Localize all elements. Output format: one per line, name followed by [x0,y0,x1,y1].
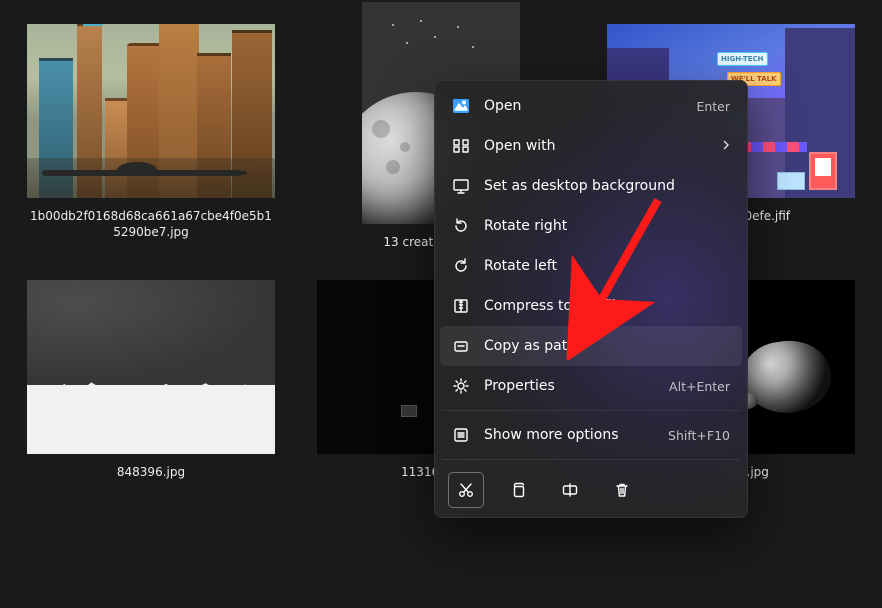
menu-label: Rotate left [484,258,730,274]
menu-set-background[interactable]: Set as desktop background [440,166,742,206]
open-icon [452,97,470,115]
context-menu: Open Enter Open with Set as desktop back… [434,80,748,518]
menu-accelerator: Shift+F10 [668,428,730,443]
menu-label: Properties [484,378,669,394]
menu-rotate-left[interactable]: Rotate left [440,246,742,286]
menu-label: Rotate right [484,218,730,234]
menu-compress-zip[interactable]: Compress to ZIP file [440,286,742,326]
menu-show-more-options[interactable]: Show more options Shift+F10 [440,415,742,455]
open-with-icon [452,137,470,155]
menu-open[interactable]: Open Enter [440,86,742,126]
copy-button[interactable] [500,472,536,508]
sign-text: HIGH-TECH [717,52,768,66]
chevron-right-icon [722,140,730,153]
menu-label: Show more options [484,427,668,443]
file-item[interactable]: 1b00db2f0168d68ca661a67cbe4f0e5b15290be7… [26,24,276,250]
menu-accelerator: Enter [696,99,730,114]
menu-properties[interactable]: Properties Alt+Enter [440,366,742,406]
more-options-icon [452,426,470,444]
rotate-left-icon [452,257,470,275]
desktop-icon [452,177,470,195]
menu-label: Set as desktop background [484,178,730,194]
menu-rotate-right[interactable]: Rotate right [440,206,742,246]
zip-icon [452,297,470,315]
menu-accelerator: Alt+Enter [669,379,730,394]
menu-divider [442,459,740,460]
thumbnail [27,24,275,198]
menu-open-with[interactable]: Open with [440,126,742,166]
delete-button[interactable] [604,472,640,508]
copy-path-icon [452,337,470,355]
file-label: 848396.jpg [117,464,185,480]
menu-label: Compress to ZIP file [484,298,730,314]
menu-label: Open with [484,138,716,154]
properties-icon [452,377,470,395]
menu-toolbar [440,464,742,512]
file-label: 1b00db2f0168d68ca661a67cbe4f0e5b15290be7… [27,208,275,240]
rotate-right-icon [452,217,470,235]
file-item[interactable]: 848396.jpg [26,280,276,480]
thumbnail [27,280,275,454]
menu-label: Open [484,98,696,114]
menu-copy-as-path[interactable]: Copy as path [440,326,742,366]
cut-button[interactable] [448,472,484,508]
rename-button[interactable] [552,472,588,508]
menu-label: Copy as path [484,338,730,354]
menu-divider [442,410,740,411]
